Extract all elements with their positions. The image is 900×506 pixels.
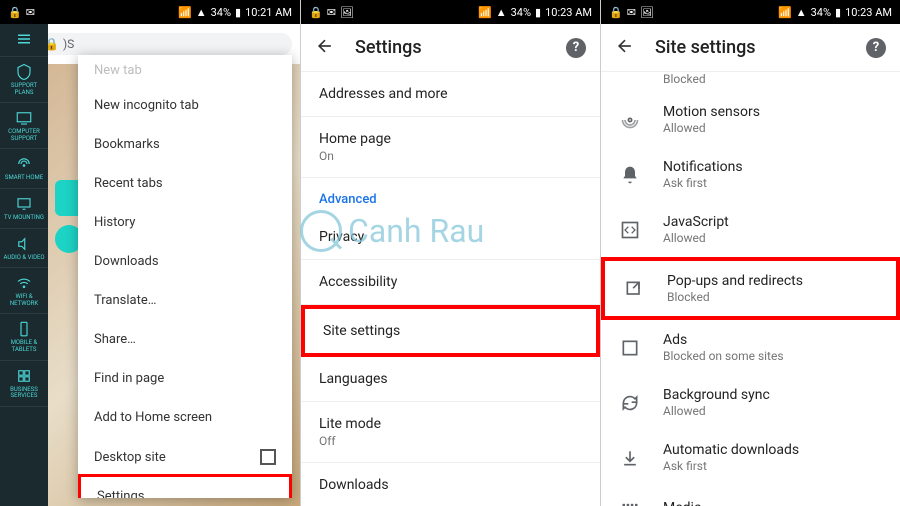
page-title: Site settings bbox=[655, 37, 866, 58]
sidebar-item-smarthome[interactable]: SMART HOME bbox=[0, 149, 48, 189]
status-bar: 🔒✉🖼 📶▲34%▮10:23 AM bbox=[601, 0, 900, 24]
site-media[interactable]: Media bbox=[601, 485, 900, 506]
wifi-icon: 📶 bbox=[478, 6, 492, 19]
motion-icon bbox=[619, 109, 641, 131]
battery-icon: ▮ bbox=[235, 6, 241, 19]
ads-icon bbox=[619, 337, 641, 359]
sidebar-item-wifi[interactable]: WIFI & NETWORK bbox=[0, 268, 48, 314]
lock-icon: 🔒 bbox=[309, 6, 323, 19]
site-popups[interactable]: Pop-ups and redirectsBlocked bbox=[601, 257, 900, 320]
sidebar-item-audio[interactable]: AUDIO & VIDEO bbox=[0, 229, 48, 269]
battery-icon: ▮ bbox=[835, 6, 841, 19]
settings-header: Settings ? bbox=[301, 24, 600, 72]
setting-homepage[interactable]: Home pageOn bbox=[301, 117, 600, 178]
bell-icon bbox=[619, 164, 641, 186]
wifi-icon: 📶 bbox=[178, 6, 192, 19]
sidebar-hamburger[interactable] bbox=[0, 24, 48, 57]
setting-site-settings[interactable]: Site settings bbox=[301, 305, 600, 357]
sidebar-item-tv[interactable]: TV MOUNTING bbox=[0, 189, 48, 229]
setting-languages[interactable]: Languages bbox=[301, 357, 600, 402]
media-icon bbox=[619, 497, 641, 506]
site-settings-header: Site settings ? bbox=[601, 24, 900, 72]
lock-icon: 🔒 bbox=[8, 6, 22, 19]
sidebar-item-business[interactable]: BUSINESS SERVICES bbox=[0, 361, 48, 407]
menu-item-downloads[interactable]: Downloads bbox=[78, 242, 292, 281]
site-sync[interactable]: Background syncAllowed bbox=[601, 375, 900, 430]
site-ads[interactable]: AdsBlocked on some sites bbox=[601, 320, 900, 375]
lock-icon: 🔒 bbox=[609, 6, 623, 19]
menu-item-share[interactable]: Share… bbox=[78, 320, 292, 359]
setting-addresses[interactable]: Addresses and more bbox=[301, 72, 600, 117]
site-notifications[interactable]: NotificationsAsk first bbox=[601, 147, 900, 202]
site-javascript[interactable]: JavaScriptAllowed bbox=[601, 202, 900, 257]
back-icon[interactable] bbox=[615, 36, 635, 60]
image-icon: 🖼 bbox=[640, 6, 654, 19]
help-icon[interactable]: ? bbox=[866, 38, 886, 58]
sidebar-item-mobile[interactable]: MOBILE & TABLETS bbox=[0, 314, 48, 360]
url-text: )S bbox=[63, 37, 74, 51]
sidebar-item-support[interactable]: SUPPORT PLANS bbox=[0, 57, 48, 103]
signal-icon: ▲ bbox=[196, 6, 207, 19]
signal-icon: ▲ bbox=[496, 6, 507, 19]
popup-icon bbox=[623, 278, 645, 300]
section-advanced: Advanced bbox=[301, 178, 600, 215]
menu-item-addhome[interactable]: Add to Home screen bbox=[78, 398, 292, 437]
menu-item-translate[interactable]: Translate… bbox=[78, 281, 292, 320]
menu-item-history[interactable]: History bbox=[78, 203, 292, 242]
menu-item-incognito[interactable]: New incognito tab bbox=[78, 86, 292, 125]
menu-item-bookmarks[interactable]: Bookmarks bbox=[78, 125, 292, 164]
back-icon[interactable] bbox=[315, 36, 335, 60]
clock-text: 10:21 AM bbox=[245, 6, 292, 19]
sync-icon bbox=[619, 392, 641, 414]
menu-item-settings[interactable]: Settings bbox=[78, 474, 292, 498]
js-icon bbox=[619, 219, 641, 241]
battery-icon: ▮ bbox=[535, 6, 541, 19]
setting-accessibility[interactable]: Accessibility bbox=[301, 260, 600, 305]
sidebar-item-computer[interactable]: COMPUTER SUPPORT bbox=[0, 103, 48, 149]
app-sidebar: SUPPORT PLANS COMPUTER SUPPORT SMART HOM… bbox=[0, 24, 48, 506]
mail-icon: ✉ bbox=[26, 6, 35, 19]
image-icon: 🖼 bbox=[340, 6, 354, 19]
menu-item-desktop[interactable]: Desktop site bbox=[78, 437, 292, 477]
site-motion[interactable]: Motion sensorsAllowed bbox=[601, 92, 900, 147]
menu-item-newtab[interactable]: New tab bbox=[78, 55, 292, 86]
status-bar: 🔒✉🖼 📶▲34%▮10:23 AM bbox=[301, 0, 600, 24]
setting-downloads[interactable]: Downloads bbox=[301, 463, 600, 506]
setting-litemode[interactable]: Lite modeOff bbox=[301, 402, 600, 463]
site-autodl[interactable]: Automatic downloadsAsk first bbox=[601, 430, 900, 485]
desktop-checkbox[interactable] bbox=[260, 449, 276, 465]
prev-item-sub: Blocked bbox=[601, 72, 900, 92]
status-bar: 🔒 ✉ 📶 ▲ 34% ▮ 10:21 AM bbox=[0, 0, 300, 24]
menu-item-find[interactable]: Find in page bbox=[78, 359, 292, 398]
url-bar[interactable]: 🔒 )S bbox=[34, 33, 292, 55]
help-icon[interactable]: ? bbox=[566, 38, 586, 58]
menu-item-recent[interactable]: Recent tabs bbox=[78, 164, 292, 203]
wifi-icon: 📶 bbox=[778, 6, 792, 19]
mail-icon: ✉ bbox=[627, 6, 636, 19]
setting-privacy[interactable]: Privacy bbox=[301, 215, 600, 260]
battery-text: 34% bbox=[211, 6, 231, 19]
mail-icon: ✉ bbox=[327, 6, 336, 19]
download-icon bbox=[619, 447, 641, 469]
page-title: Settings bbox=[355, 37, 566, 58]
chrome-menu-popup: New tab New incognito tab Bookmarks Rece… bbox=[78, 55, 292, 498]
signal-icon: ▲ bbox=[796, 6, 807, 19]
